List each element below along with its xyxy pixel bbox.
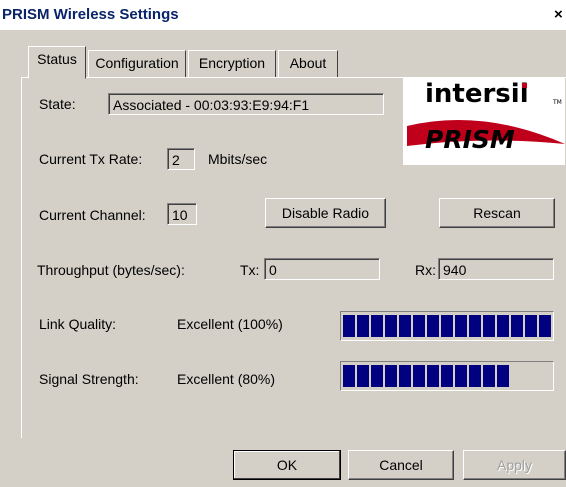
progress-segment [371, 365, 383, 387]
tx-rate-label: Current Tx Rate: [39, 151, 143, 167]
tx-rate-value: 2 [172, 152, 180, 168]
tx-label: Tx: [240, 262, 260, 278]
logo-dot-icon [522, 83, 527, 88]
progress-segment [483, 365, 495, 387]
progress-segment [455, 315, 467, 337]
rescan-label: Rescan [473, 205, 521, 221]
progress-segment [427, 365, 439, 387]
tab-about[interactable]: About [278, 50, 338, 77]
link-quality-bar [340, 311, 554, 341]
throughput-label: Throughput (bytes/sec): [37, 262, 185, 278]
progress-segment [441, 365, 453, 387]
tab-configuration[interactable]: Configuration [88, 50, 186, 77]
logo-graphic: intersil TM PRISM [407, 79, 565, 154]
title-bar: PRISM Wireless Settings × [0, 0, 566, 30]
channel-field: 10 [167, 203, 197, 225]
logo-tm-text: TM [552, 99, 562, 106]
channel-value: 10 [172, 207, 188, 223]
link-quality-label: Link Quality: [39, 316, 117, 332]
progress-segment [385, 365, 397, 387]
tab-status[interactable]: Status [28, 46, 86, 79]
close-icon[interactable]: × [554, 6, 566, 24]
signal-strength-bar [340, 361, 554, 391]
logo-product-text: PRISM [425, 125, 515, 154]
apply-label: Apply [496, 457, 533, 473]
tab-encryption[interactable]: Encryption [188, 50, 276, 77]
progress-segment [427, 315, 439, 337]
rescan-button[interactable]: Rescan [439, 198, 555, 228]
progress-segment [357, 315, 369, 337]
cancel-button[interactable]: Cancel [348, 450, 454, 480]
intersil-prism-logo: intersil TM PRISM [403, 78, 565, 165]
disable-radio-button[interactable]: Disable Radio [265, 198, 386, 228]
ok-label: OK [276, 457, 298, 473]
state-field: Associated - 00:03:93:E9:94:F1 [108, 93, 384, 115]
progress-segment [511, 315, 523, 337]
link-quality-value: Excellent (100%) [177, 316, 283, 332]
cancel-label: Cancel [379, 457, 423, 473]
progress-segment [483, 315, 495, 337]
progress-segment [497, 365, 509, 387]
progress-segment [371, 315, 383, 337]
tab-configuration-label: Configuration [95, 55, 179, 71]
progress-segment [413, 365, 425, 387]
tab-about-label: About [289, 55, 327, 71]
tab-status-label: Status [37, 51, 77, 67]
signal-strength-value: Excellent (80%) [177, 371, 276, 387]
state-label: State: [39, 96, 76, 112]
progress-segment [343, 315, 355, 337]
rx-field: 940 [438, 258, 554, 280]
progress-segment [469, 315, 481, 337]
apply-button[interactable]: Apply [463, 450, 566, 480]
progress-segment [399, 365, 411, 387]
window-title: PRISM Wireless Settings [2, 6, 179, 23]
logo-brand-text: intersil [425, 79, 529, 109]
progress-segment [539, 315, 551, 337]
dialog-window: PRISM Wireless Settings × Status Configu… [0, 0, 566, 487]
channel-label: Current Channel: [39, 207, 146, 223]
signal-strength-label: Signal Strength: [39, 371, 139, 387]
disable-radio-label: Disable Radio [281, 205, 370, 221]
state-value: Associated - 00:03:93:E9:94:F1 [113, 97, 310, 113]
progress-segment [385, 315, 397, 337]
link-quality-fill [343, 315, 551, 337]
progress-segment [497, 315, 509, 337]
signal-strength-fill [343, 365, 551, 387]
tab-encryption-label: Encryption [198, 55, 266, 71]
rx-label: Rx: [415, 262, 436, 278]
progress-segment [343, 365, 355, 387]
progress-segment [441, 315, 453, 337]
rx-value: 940 [443, 262, 467, 278]
progress-segment [455, 365, 467, 387]
progress-segment [469, 365, 481, 387]
progress-segment [357, 365, 369, 387]
progress-segment [525, 315, 537, 337]
tx-rate-unit: Mbits/sec [208, 151, 268, 167]
tx-rate-field: 2 [167, 148, 195, 170]
progress-segment [413, 315, 425, 337]
ok-button[interactable]: OK [233, 450, 341, 480]
tx-field: 0 [264, 258, 380, 280]
progress-segment [399, 315, 411, 337]
tx-value: 0 [269, 262, 277, 278]
